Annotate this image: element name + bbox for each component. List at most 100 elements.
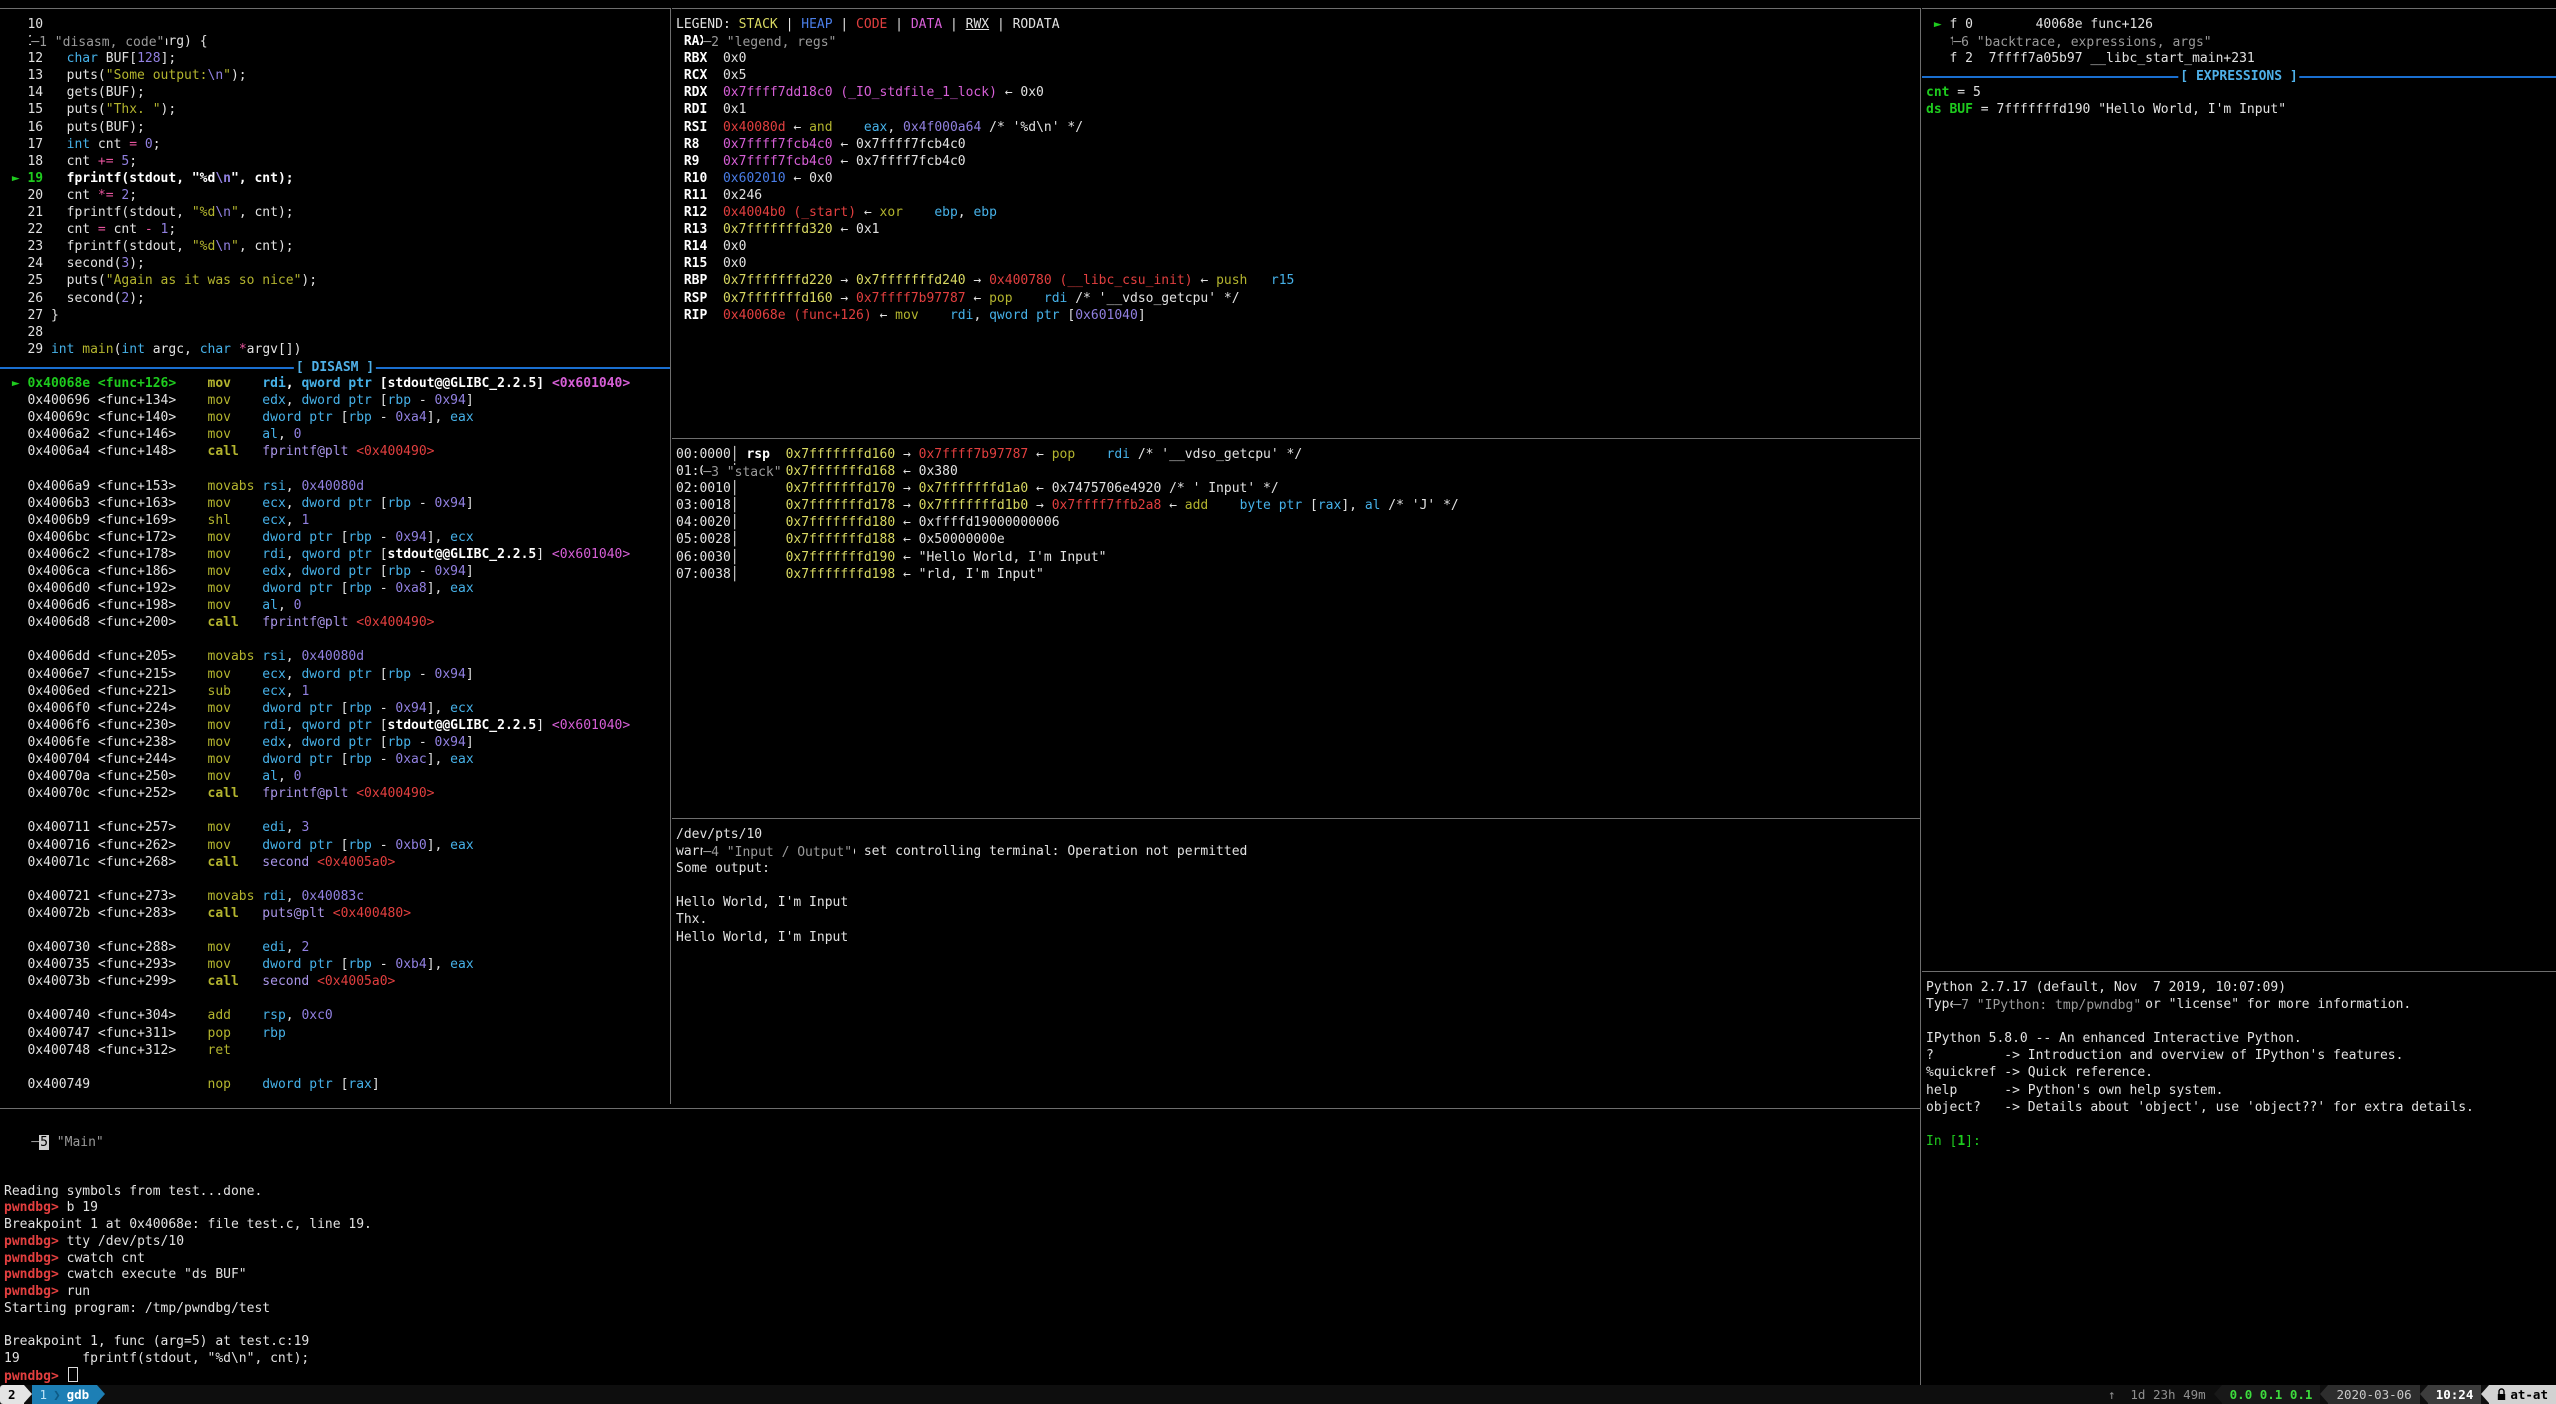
text-segment: shl [208, 513, 231, 528]
text-segment: ; [129, 188, 137, 203]
gdb-console[interactable]: Reading symbols from test...done.pwndbg>… [0, 1117, 1920, 1384]
text-segment: al [1365, 498, 1381, 513]
expressions-separator: [ EXPRESSIONS ] [1922, 68, 2556, 85]
text-segment: cwatch cnt [67, 1251, 145, 1266]
pane-legend-regs[interactable]: ─2 "legend, regs" LEGEND: STACK | HEAP |… [672, 0, 1920, 430]
text-segment: 2 [301, 940, 309, 955]
pane-border-vertical[interactable] [670, 8, 671, 1104]
uptime-indicator: ↑ 1d 23h 49m [2100, 1385, 2214, 1404]
terminal-line: 01:0008│ 0x7fffffffd168 ← 0x380 [676, 464, 1920, 481]
text-segment: RBP [676, 273, 723, 288]
pane-disasm-code[interactable]: ─1 "disasm, code" 10 11 void func(int ar… [0, 0, 670, 1100]
terminal-line [4, 1117, 1920, 1134]
terminal-line: IPython 5.8.0 -- An enhanced Interactive… [1926, 1031, 2556, 1048]
window-tab-gdb[interactable]: 1 ❯ gdb [32, 1385, 98, 1404]
expressions[interactable]: cnt = 5ds BUF = 7fffffffd190 "Hello Worl… [1922, 85, 2556, 119]
text-segment: , [958, 205, 974, 220]
pane-border-vertical[interactable] [1920, 8, 1921, 1385]
text-segment: , [286, 735, 302, 750]
text-segment: 06:0030│ [676, 550, 786, 565]
text-segment: 0x4006a4 <func+148> [4, 444, 208, 459]
text-segment: ]; [161, 51, 177, 66]
text-segment: 0x7fffffffd160 [723, 291, 833, 306]
terminal-line: help -> Python's own help system. [1926, 1083, 2556, 1100]
text-segment: rbp [348, 752, 371, 767]
text-segment: 0x94 [395, 701, 426, 716]
text-segment: ret [208, 1043, 231, 1058]
text-segment: edx [262, 735, 285, 750]
text-segment: , [887, 120, 903, 135]
text-segment: ─ [31, 1135, 39, 1150]
text-segment: Reading symbols from test...done. [4, 1184, 262, 1199]
text-segment [231, 581, 262, 596]
text-segment: 0x94 [435, 393, 466, 408]
text-segment: ], [427, 752, 450, 767]
text-segment: 0x7ffff7fcb4c0 [723, 137, 833, 152]
registers[interactable]: LEGEND: STACK | HEAP | CODE | DATA | RWX… [672, 17, 1920, 325]
pane-input-output[interactable]: ─4 "Input / Output" /dev/pts/10warning: … [672, 810, 1920, 1100]
text-segment: 0x7fffffffd178 [786, 498, 896, 513]
source-code[interactable]: 10 11 void func(int arg) { 12 char BUF[1… [0, 17, 670, 359]
text-segment: 0x0 [723, 239, 746, 254]
text-segment: edx [262, 564, 285, 579]
text-segment: , [286, 496, 302, 511]
terminal-line: R14 0x0 [676, 239, 1920, 256]
text-segment: - [411, 667, 434, 682]
terminal-line: 10 [4, 17, 670, 34]
terminal-line: 0x4006d0 <func+192> mov dword ptr [rbp -… [4, 581, 670, 598]
pane-border [672, 438, 1920, 439]
text-segment: , [286, 684, 302, 699]
session-index-badge[interactable]: 2 [0, 1385, 24, 1404]
text-segment [231, 376, 262, 391]
hostname-badge: at-at [2489, 1385, 2556, 1404]
text-segment: , [286, 376, 302, 391]
text-segment: 0x7fffffffd188 [786, 532, 896, 547]
text-segment: f 2 7ffff7a05b97 __libc_start_main+231 [1926, 51, 2255, 66]
pane-title-backtrace: ─6 "backtrace, expressions, args" [1922, 0, 2556, 17]
terminal-line: 06:0030│ 0x7fffffffd190 ← "Hello World, … [676, 550, 1920, 567]
text-segment: pop [989, 291, 1012, 306]
text-segment: 0xa8 [395, 581, 426, 596]
text-segment [309, 855, 317, 870]
text-segment: eax [864, 120, 887, 135]
program-output[interactable]: /dev/pts/10warning: GDB: Failed to set c… [672, 827, 1920, 947]
powerline-arrow-icon [24, 1385, 32, 1403]
text-segment: ], [1341, 498, 1364, 513]
text-segment: mov [895, 308, 918, 323]
text-segment: 0x40068e (func+126) [723, 308, 872, 323]
pane-main-gdb-console[interactable]: ─5 "Main" Reading symbols from test...do… [0, 1100, 1920, 1385]
text-segment: dword ptr [301, 564, 371, 579]
terminal-line [4, 991, 670, 1008]
text-segment: second [262, 855, 309, 870]
text-segment: ] [1138, 308, 1146, 323]
pane-backtrace[interactable]: ─6 "backtrace, expressions, args" ► f 0 … [1922, 0, 2556, 963]
text-segment: 04:0020│ [676, 515, 786, 530]
text-segment: main [82, 342, 113, 357]
text-segment: eax [450, 410, 473, 425]
text-segment: | [989, 17, 1012, 32]
pane-ipython[interactable]: ─7 "IPython: tmp/pwndbg" Python 2.7.17 (… [1922, 963, 2556, 1385]
disassembly[interactable]: ► 0x40068e <func+126> mov rdi, qword ptr… [0, 376, 670, 1094]
terminal-line: 23 fprintf(stdout, "%d\n", cnt); [4, 239, 670, 256]
text-segment: [ [333, 701, 349, 716]
pane-stack[interactable]: ─3 "stack" 00:0000│ rsp 0x7fffffffd160 →… [672, 430, 1920, 810]
text-segment: - [411, 496, 434, 511]
text-segment: mov [208, 598, 231, 613]
text-segment: 0x400740 <func+304> [4, 1008, 208, 1023]
text-segment: , [286, 479, 302, 494]
text-segment: 128 [137, 51, 160, 66]
text-segment: 03:0018│ [676, 498, 786, 513]
text-segment: run [67, 1284, 90, 1299]
text-segment: rdi [1107, 447, 1130, 462]
text-segment: ← 0x7475706e4920 /* ' Input' */ [1028, 481, 1278, 496]
stack-entries[interactable]: 00:0000│ rsp 0x7fffffffd160 → 0x7ffff7b9… [672, 447, 1920, 584]
text-segment: 22 cnt [4, 222, 98, 237]
terminal-line: 03:0018│ 0x7fffffffd178 → 0x7fffffffd1b0… [676, 498, 1920, 515]
text-segment: 15 puts( [4, 102, 106, 117]
text-segment: Thx. [676, 912, 715, 927]
text-segment: , [278, 427, 294, 442]
status-left: 2 1 ❯ gdb [0, 1385, 105, 1404]
text-segment [239, 906, 262, 921]
text-segment: qword ptr [301, 547, 371, 562]
text-segment: 0x40080d [301, 649, 364, 664]
